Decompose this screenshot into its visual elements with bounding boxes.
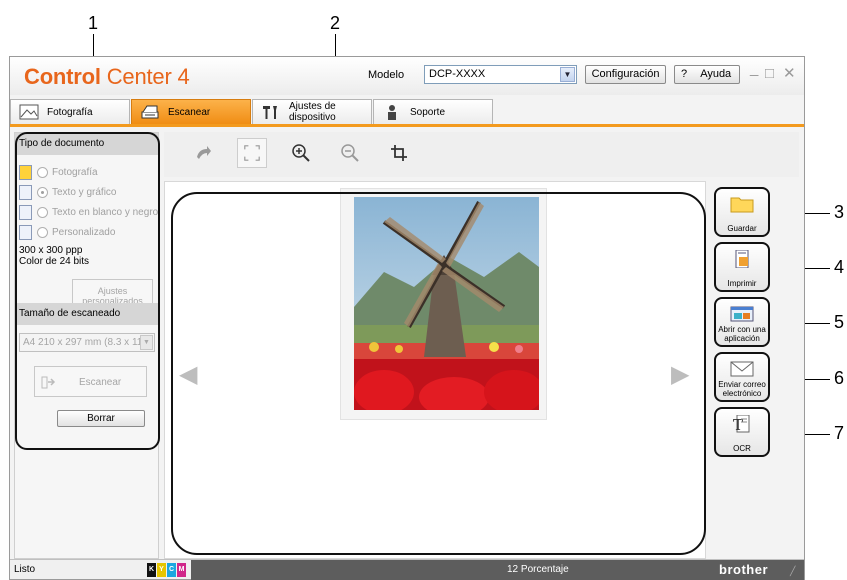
minimize-button[interactable]: _ xyxy=(750,61,758,77)
help-icon: ? xyxy=(681,68,688,80)
callout-2-outline xyxy=(171,192,706,555)
tools-icon xyxy=(263,106,277,119)
email-label: Enviar correo electrónico xyxy=(718,380,766,398)
tab-support[interactable]: Soporte xyxy=(373,99,493,124)
maximize-button[interactable]: □ xyxy=(765,66,774,82)
action-panel: Guardar Imprimir Abrir con una aplicació… xyxy=(712,181,794,461)
resize-grip-icon[interactable]: ╱ xyxy=(790,566,800,576)
callout-7: 7 xyxy=(834,423,845,443)
print-button[interactable]: Imprimir xyxy=(714,242,770,292)
brand-logo: brother xyxy=(719,562,768,577)
status-dark-area: K Y C M 12 Porcentaje brother ╱ xyxy=(147,560,804,580)
photo-icon xyxy=(19,104,39,120)
ocr-button[interactable]: T OCR xyxy=(714,407,770,457)
rotate-icon[interactable] xyxy=(188,138,218,168)
print-icon xyxy=(735,250,749,268)
preview-toolbar xyxy=(164,132,799,177)
email-icon xyxy=(730,361,754,377)
scanner-icon xyxy=(141,105,159,119)
tab-bar: Fotografía Escanear Ajustes de dispositiv… xyxy=(10,95,804,127)
folder-icon xyxy=(730,197,754,213)
open-app-icon xyxy=(730,306,754,322)
chevron-down-icon[interactable]: ▼ xyxy=(560,67,575,82)
callout-2: 2 xyxy=(330,13,341,33)
callout-1-outline xyxy=(15,132,160,450)
help-button[interactable]: ? Ayuda xyxy=(674,65,740,84)
open-app-button[interactable]: Abrir con una aplicación xyxy=(714,297,770,347)
person-icon xyxy=(388,105,396,120)
callout-6: 6 xyxy=(834,368,845,388)
ink-black-icon: K xyxy=(147,563,156,577)
save-label: Guardar xyxy=(727,224,757,233)
tab-device-settings-label: Ajustes de dispositivo xyxy=(289,101,336,123)
tab-scan-label: Escanear xyxy=(168,107,211,118)
tab-photo-label: Fotografía xyxy=(47,107,93,118)
app-logo: Control Center 4 xyxy=(24,64,190,89)
ink-magenta-icon: M xyxy=(177,563,186,577)
ocr-label: OCR xyxy=(733,444,751,453)
status-bar: Listo K Y C M 12 Porcentaje brother ╱ xyxy=(10,559,804,580)
tab-support-label: Soporte xyxy=(410,107,446,118)
email-button[interactable]: Enviar correo electrónico xyxy=(714,352,770,402)
status-text: Listo xyxy=(14,564,36,575)
zoom-percentage: 12 Porcentaje xyxy=(507,564,569,575)
tab-device-settings[interactable]: Ajustes de dispositivo xyxy=(252,99,372,124)
fit-icon[interactable] xyxy=(237,138,267,168)
ocr-icon: T xyxy=(733,415,750,433)
close-button[interactable]: ✕ xyxy=(783,66,796,82)
save-button[interactable]: Guardar xyxy=(714,187,770,237)
model-label: Modelo xyxy=(368,69,405,81)
tab-scan[interactable]: Escanear xyxy=(131,99,251,124)
model-select[interactable]: DCP-XXXX ▼ xyxy=(424,65,577,84)
callout-1: 1 xyxy=(88,13,99,33)
ink-cyan-icon: C xyxy=(167,563,176,577)
crop-icon[interactable] xyxy=(384,138,414,168)
model-value: DCP-XXXX xyxy=(429,68,486,80)
tab-photo[interactable]: Fotografía xyxy=(10,99,130,124)
configuration-button[interactable]: Configuración xyxy=(585,65,666,84)
zoom-in-icon[interactable] xyxy=(286,138,316,168)
callout-4: 4 xyxy=(834,257,845,277)
title-bar: Control Center 4 Modelo DCP-XXXX ▼ Confi… xyxy=(10,57,804,95)
zoom-out-icon[interactable] xyxy=(335,138,365,168)
open-app-label: Abrir con una aplicación xyxy=(718,325,766,343)
ink-yellow-icon: Y xyxy=(157,563,166,577)
help-label: Ayuda xyxy=(700,68,732,80)
callout-5: 5 xyxy=(834,312,845,332)
callout-3: 3 xyxy=(834,202,845,222)
print-label: Imprimir xyxy=(727,279,757,288)
